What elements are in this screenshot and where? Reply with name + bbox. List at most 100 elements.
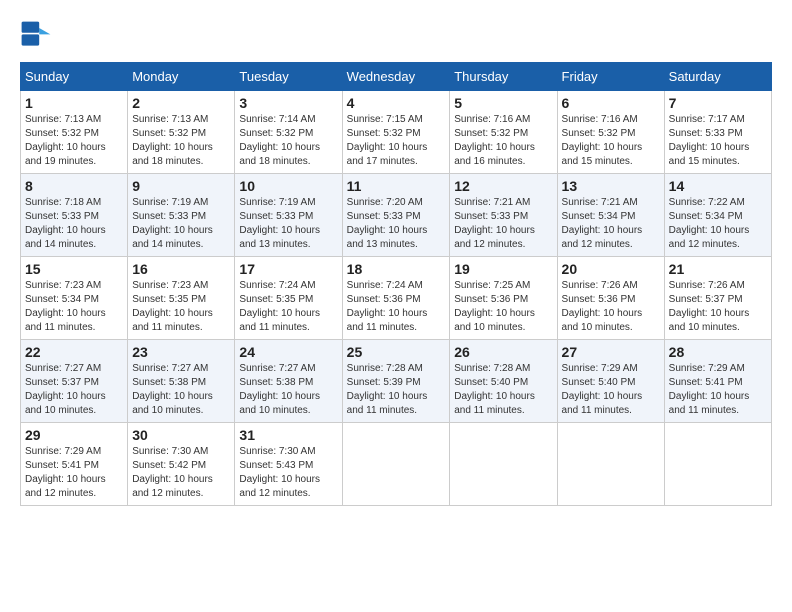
day-number: 24 [239, 344, 337, 360]
day-number: 2 [132, 95, 230, 111]
logo [20, 20, 56, 52]
day-number: 15 [25, 261, 123, 277]
day-detail: Sunrise: 7:27 AM Sunset: 5:38 PM Dayligh… [239, 362, 337, 418]
calendar-cell [342, 423, 450, 506]
day-number: 9 [132, 178, 230, 194]
calendar-cell: 31 Sunrise: 7:30 AM Sunset: 5:43 PM Dayl… [235, 423, 342, 506]
weekday-header-monday: Monday [128, 63, 235, 91]
calendar-cell: 30 Sunrise: 7:30 AM Sunset: 5:42 PM Dayl… [128, 423, 235, 506]
calendar-cell: 6 Sunrise: 7:16 AM Sunset: 5:32 PM Dayli… [557, 91, 664, 174]
day-detail: Sunrise: 7:21 AM Sunset: 5:33 PM Dayligh… [454, 196, 552, 252]
day-number: 13 [562, 178, 660, 194]
day-detail: Sunrise: 7:26 AM Sunset: 5:37 PM Dayligh… [669, 279, 767, 335]
calendar-cell: 3 Sunrise: 7:14 AM Sunset: 5:32 PM Dayli… [235, 91, 342, 174]
logo-icon [20, 20, 52, 52]
day-detail: Sunrise: 7:29 AM Sunset: 5:41 PM Dayligh… [25, 445, 123, 501]
weekday-header-sunday: Sunday [21, 63, 128, 91]
day-number: 29 [25, 427, 123, 443]
day-number: 26 [454, 344, 552, 360]
day-detail: Sunrise: 7:24 AM Sunset: 5:36 PM Dayligh… [347, 279, 446, 335]
day-detail: Sunrise: 7:17 AM Sunset: 5:33 PM Dayligh… [669, 113, 767, 169]
weekday-header-friday: Friday [557, 63, 664, 91]
calendar-cell [664, 423, 771, 506]
calendar-table: SundayMondayTuesdayWednesdayThursdayFrid… [20, 62, 772, 506]
calendar-cell: 16 Sunrise: 7:23 AM Sunset: 5:35 PM Dayl… [128, 257, 235, 340]
day-number: 8 [25, 178, 123, 194]
calendar-cell: 11 Sunrise: 7:20 AM Sunset: 5:33 PM Dayl… [342, 174, 450, 257]
calendar-cell: 5 Sunrise: 7:16 AM Sunset: 5:32 PM Dayli… [450, 91, 557, 174]
day-detail: Sunrise: 7:23 AM Sunset: 5:35 PM Dayligh… [132, 279, 230, 335]
calendar-cell: 20 Sunrise: 7:26 AM Sunset: 5:36 PM Dayl… [557, 257, 664, 340]
day-detail: Sunrise: 7:29 AM Sunset: 5:40 PM Dayligh… [562, 362, 660, 418]
calendar-cell [557, 423, 664, 506]
calendar-cell: 1 Sunrise: 7:13 AM Sunset: 5:32 PM Dayli… [21, 91, 128, 174]
calendar-week-5: 29 Sunrise: 7:29 AM Sunset: 5:41 PM Dayl… [21, 423, 772, 506]
day-detail: Sunrise: 7:27 AM Sunset: 5:37 PM Dayligh… [25, 362, 123, 418]
calendar-cell [450, 423, 557, 506]
day-number: 12 [454, 178, 552, 194]
day-number: 21 [669, 261, 767, 277]
day-detail: Sunrise: 7:20 AM Sunset: 5:33 PM Dayligh… [347, 196, 446, 252]
calendar-week-2: 8 Sunrise: 7:18 AM Sunset: 5:33 PM Dayli… [21, 174, 772, 257]
calendar-cell: 18 Sunrise: 7:24 AM Sunset: 5:36 PM Dayl… [342, 257, 450, 340]
day-detail: Sunrise: 7:13 AM Sunset: 5:32 PM Dayligh… [25, 113, 123, 169]
calendar-cell: 13 Sunrise: 7:21 AM Sunset: 5:34 PM Dayl… [557, 174, 664, 257]
day-detail: Sunrise: 7:13 AM Sunset: 5:32 PM Dayligh… [132, 113, 230, 169]
day-number: 31 [239, 427, 337, 443]
day-number: 30 [132, 427, 230, 443]
calendar-cell: 28 Sunrise: 7:29 AM Sunset: 5:41 PM Dayl… [664, 340, 771, 423]
calendar-cell: 23 Sunrise: 7:27 AM Sunset: 5:38 PM Dayl… [128, 340, 235, 423]
calendar-cell: 29 Sunrise: 7:29 AM Sunset: 5:41 PM Dayl… [21, 423, 128, 506]
day-detail: Sunrise: 7:25 AM Sunset: 5:36 PM Dayligh… [454, 279, 552, 335]
weekday-header-saturday: Saturday [664, 63, 771, 91]
day-detail: Sunrise: 7:28 AM Sunset: 5:39 PM Dayligh… [347, 362, 446, 418]
day-detail: Sunrise: 7:24 AM Sunset: 5:35 PM Dayligh… [239, 279, 337, 335]
day-number: 17 [239, 261, 337, 277]
day-detail: Sunrise: 7:22 AM Sunset: 5:34 PM Dayligh… [669, 196, 767, 252]
day-detail: Sunrise: 7:29 AM Sunset: 5:41 PM Dayligh… [669, 362, 767, 418]
day-detail: Sunrise: 7:26 AM Sunset: 5:36 PM Dayligh… [562, 279, 660, 335]
day-detail: Sunrise: 7:19 AM Sunset: 5:33 PM Dayligh… [132, 196, 230, 252]
day-number: 1 [25, 95, 123, 111]
calendar-cell: 9 Sunrise: 7:19 AM Sunset: 5:33 PM Dayli… [128, 174, 235, 257]
day-number: 14 [669, 178, 767, 194]
calendar-cell: 7 Sunrise: 7:17 AM Sunset: 5:33 PM Dayli… [664, 91, 771, 174]
weekday-header-wednesday: Wednesday [342, 63, 450, 91]
page-header [20, 20, 772, 52]
day-detail: Sunrise: 7:18 AM Sunset: 5:33 PM Dayligh… [25, 196, 123, 252]
day-number: 10 [239, 178, 337, 194]
day-detail: Sunrise: 7:21 AM Sunset: 5:34 PM Dayligh… [562, 196, 660, 252]
header-row: SundayMondayTuesdayWednesdayThursdayFrid… [21, 63, 772, 91]
calendar-cell: 17 Sunrise: 7:24 AM Sunset: 5:35 PM Dayl… [235, 257, 342, 340]
day-number: 16 [132, 261, 230, 277]
calendar-cell: 25 Sunrise: 7:28 AM Sunset: 5:39 PM Dayl… [342, 340, 450, 423]
calendar-week-1: 1 Sunrise: 7:13 AM Sunset: 5:32 PM Dayli… [21, 91, 772, 174]
day-number: 22 [25, 344, 123, 360]
day-detail: Sunrise: 7:15 AM Sunset: 5:32 PM Dayligh… [347, 113, 446, 169]
day-number: 6 [562, 95, 660, 111]
calendar-cell: 8 Sunrise: 7:18 AM Sunset: 5:33 PM Dayli… [21, 174, 128, 257]
weekday-header-tuesday: Tuesday [235, 63, 342, 91]
day-detail: Sunrise: 7:30 AM Sunset: 5:42 PM Dayligh… [132, 445, 230, 501]
day-number: 27 [562, 344, 660, 360]
day-detail: Sunrise: 7:19 AM Sunset: 5:33 PM Dayligh… [239, 196, 337, 252]
day-detail: Sunrise: 7:30 AM Sunset: 5:43 PM Dayligh… [239, 445, 337, 501]
day-number: 7 [669, 95, 767, 111]
calendar-cell: 22 Sunrise: 7:27 AM Sunset: 5:37 PM Dayl… [21, 340, 128, 423]
day-number: 23 [132, 344, 230, 360]
calendar-cell: 19 Sunrise: 7:25 AM Sunset: 5:36 PM Dayl… [450, 257, 557, 340]
calendar-cell: 24 Sunrise: 7:27 AM Sunset: 5:38 PM Dayl… [235, 340, 342, 423]
calendar-cell: 2 Sunrise: 7:13 AM Sunset: 5:32 PM Dayli… [128, 91, 235, 174]
day-detail: Sunrise: 7:28 AM Sunset: 5:40 PM Dayligh… [454, 362, 552, 418]
day-number: 3 [239, 95, 337, 111]
day-number: 25 [347, 344, 446, 360]
calendar-week-3: 15 Sunrise: 7:23 AM Sunset: 5:34 PM Dayl… [21, 257, 772, 340]
day-detail: Sunrise: 7:27 AM Sunset: 5:38 PM Dayligh… [132, 362, 230, 418]
day-number: 11 [347, 178, 446, 194]
weekday-header-thursday: Thursday [450, 63, 557, 91]
calendar-cell: 10 Sunrise: 7:19 AM Sunset: 5:33 PM Dayl… [235, 174, 342, 257]
calendar-cell: 12 Sunrise: 7:21 AM Sunset: 5:33 PM Dayl… [450, 174, 557, 257]
day-number: 5 [454, 95, 552, 111]
calendar-cell: 15 Sunrise: 7:23 AM Sunset: 5:34 PM Dayl… [21, 257, 128, 340]
day-detail: Sunrise: 7:16 AM Sunset: 5:32 PM Dayligh… [454, 113, 552, 169]
